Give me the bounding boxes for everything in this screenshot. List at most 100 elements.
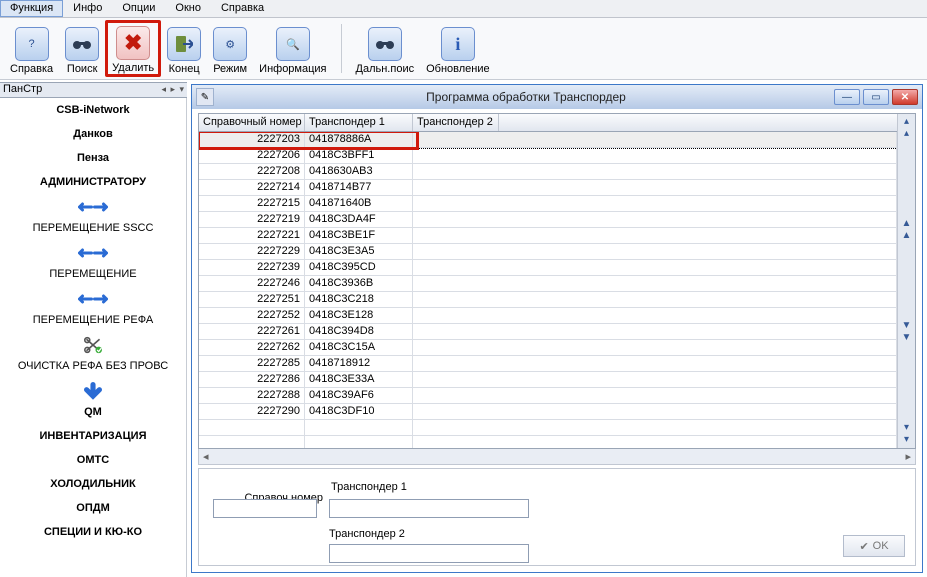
sidepanel-header: ПанСтр ◂ ▸ ▾ [0,82,187,98]
toolbar-label-7: Дальн.поис [356,63,415,75]
toolbar-дальн.поис[interactable]: Дальн.поис [350,20,421,77]
sidepanel-header-buttons[interactable]: ◂ ▸ ▾ [161,84,185,95]
sidepanel: CSB-iNetworkДанковПензаАДМИНИСТРАТОРУ ПЕР… [0,98,187,577]
sidebar-item-0[interactable]: CSB-iNetwork [0,98,186,122]
ok-label: OK [873,540,889,552]
column-header-2[interactable]: Транспондер 2 [413,114,499,131]
table-row[interactable]: 22272880418C39AF6 [199,388,897,404]
sidebar-item-3[interactable]: АДМИНИСТРАТОРУ [0,170,186,194]
toolbar-label-3: Конец [169,63,200,75]
table-row[interactable]: 22272520418C3E128 [199,308,897,324]
toolbar-удалить[interactable]: ✖ Удалить [105,20,161,77]
hscroll-left-icon[interactable]: ◂ [203,450,209,463]
grid-hscrollbar[interactable]: ◂ ▸ [198,449,916,465]
toolbar-label-2: Удалить [112,62,154,74]
toolbar-label-5: Информация [259,63,326,75]
toolbar-icon-5: 🔍 [276,27,310,61]
sidebar-item-17[interactable]: ОПДМ [0,496,186,520]
menubar: ФункцияИнфоОпцииОкноСправка [0,0,927,18]
column-header-1[interactable]: Транспондер 1 [305,114,413,131]
toolbar-icon-0: ? [15,27,49,61]
hscroll-right-icon[interactable]: ▸ [905,450,911,463]
sidebar-item-5[interactable]: ПЕРЕМЕЩЕНИЕ SSCC [0,216,186,240]
ok-button[interactable]: ✔ OK [843,535,905,557]
grid-header: Справочный номерТранспондер 1Транспондер… [199,114,897,132]
table-row[interactable]: 22272140418714B77 [199,180,897,196]
detail-form: Справоч.номер Транспондер 1 Транспондер … [198,468,916,566]
toolbar-icon-8: i [441,27,475,61]
menu-item-3[interactable]: Окно [165,0,211,17]
toolbar-icon-7 [368,27,402,61]
maximize-button[interactable]: ▭ [863,89,889,105]
sidebar-item-11[interactable]: ОЧИСТКА РЕФА БЕЗ ПРОВС [0,354,186,378]
toolbar-режим[interactable]: ⚙Режим [207,20,253,77]
toolbar-label-8: Обновление [426,63,490,75]
toolbar-icon-3 [167,27,201,61]
sidebar-item-14[interactable]: ИНВЕНТАРИЗАЦИЯ [0,424,186,448]
mdi-title-icon: ✎ [196,88,214,106]
check-icon: ✔ [859,540,868,553]
toolbar-справка[interactable]: ? Справка [4,20,59,77]
scroll-top-icon[interactable]: ▴▴ [898,116,915,140]
sidebar-icon-hswap-4[interactable] [0,194,186,216]
t2-label: Транспондер 2 [329,528,529,540]
sidebar-item-7[interactable]: ПЕРЕМЕЩЕНИЕ [0,262,186,286]
transponder2-input[interactable] [329,544,529,563]
menu-item-4[interactable]: Справка [211,0,274,17]
toolbar-обновление[interactable]: i Обновление [420,20,496,77]
scroll-bottom-icon[interactable]: ▾▾ [898,422,915,446]
column-header-0[interactable]: Справочный номер [199,114,305,131]
sidebar-item-18[interactable]: СПЕЦИИ И КЮ-КО [0,520,186,544]
toolbar-поиск[interactable]: Поиск [59,20,105,77]
table-row[interactable]: 22272080418630AB3 [199,164,897,180]
toolbar-информация[interactable]: 🔍 Информация [253,20,332,77]
transponder1-input[interactable] [329,499,529,518]
toolbar-icon-2: ✖ [116,26,150,60]
menu-item-0[interactable]: Функция [0,0,63,17]
close-button[interactable]: ✕ [892,89,918,105]
scroll-down-icon[interactable]: ▼▼ [898,320,915,344]
ref-input[interactable] [213,499,317,518]
toolbar-конец[interactable]: Конец [161,20,207,77]
table-row[interactable]: 22272290418C3E3A5 [199,244,897,260]
sidebar-item-13[interactable]: QM [0,400,186,424]
main-toolbar: ? Справка Поиск ✖ Удалить Конец ⚙Режим 🔍 Информа… [0,18,927,80]
sidebar-icon-down-12[interactable] [0,378,186,400]
toolbar-label-1: Поиск [67,63,97,75]
minimize-button[interactable]: — [834,89,860,105]
sidebar-item-2[interactable]: Пенза [0,146,186,170]
grid: Справочный номерТранспондер 1Транспондер… [198,113,916,449]
sidebar-item-15[interactable]: ОМТС [0,448,186,472]
table-row[interactable]: 22272900418C3DF10 [199,404,897,420]
table-row[interactable]: 22272850418718912 [199,356,897,372]
toolbar-icon-1 [65,27,99,61]
sidebar-item-16[interactable]: ХОЛОДИЛЬНИК [0,472,186,496]
toolbar-label-4: Режим [213,63,247,75]
sidepanel-title: ПанСтр [3,83,42,95]
table-row[interactable]: 22272390418C395CD [199,260,897,276]
table-row[interactable]: 2227203041878886A [199,132,897,148]
table-row[interactable]: 22272610418C394D8 [199,324,897,340]
toolbar-label-0: Справка [10,63,53,75]
scroll-up-icon[interactable]: ▲▲ [898,218,915,242]
table-row[interactable]: 22272620418C3C15A [199,340,897,356]
menu-item-2[interactable]: Опции [112,0,165,17]
mdi-title-text: Программа обработки Транспордер [218,90,834,104]
sidebar-icon-scissor-10[interactable] [0,332,186,354]
menu-item-1[interactable]: Инфо [63,0,112,17]
mdi-window: ✎ Программа обработки Транспордер — ▭ ✕ … [191,84,923,573]
table-row[interactable]: 22272510418C3C218 [199,292,897,308]
sidebar-icon-hswap-8[interactable] [0,286,186,308]
grid-vscrollbar[interactable]: ▴▴ ▲▲ ▼▼ ▾▾ [897,114,915,448]
grid-body[interactable]: 2227203041878886A22272060418C3BFF1222720… [199,132,897,448]
sidebar-icon-hswap-6[interactable] [0,240,186,262]
table-row[interactable]: 22272060418C3BFF1 [199,148,897,164]
sidebar-item-9[interactable]: ПЕРЕМЕЩЕНИЕ РЕФА [0,308,186,332]
table-row[interactable]: 2227215041871640B [199,196,897,212]
t1-label: Транспондер 1 [331,481,435,493]
sidebar-item-1[interactable]: Данков [0,122,186,146]
table-row[interactable]: 22272860418C3E33A [199,372,897,388]
table-row[interactable]: 22272190418C3DA4F [199,212,897,228]
table-row[interactable]: 22272210418C3BE1F [199,228,897,244]
table-row[interactable]: 22272460418C3936B [199,276,897,292]
